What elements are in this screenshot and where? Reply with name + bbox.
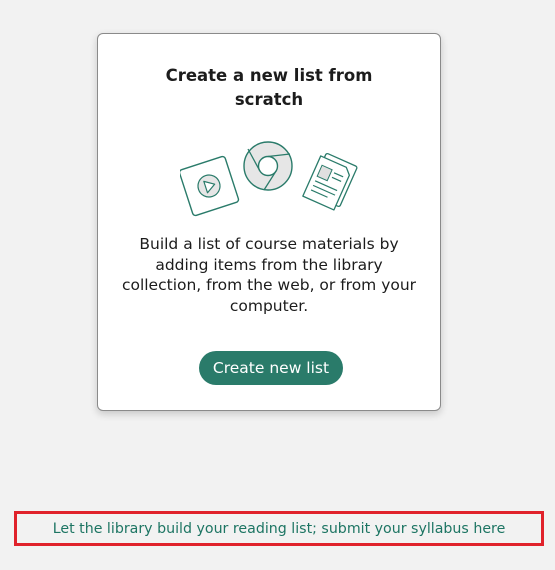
card-title: Create a new list from scratch bbox=[165, 66, 373, 109]
create-list-illustration bbox=[180, 141, 358, 217]
create-list-card: Create a new list from scratch Build a l… bbox=[97, 33, 441, 411]
web-browser-icon bbox=[243, 141, 293, 191]
video-play-icon bbox=[180, 155, 240, 217]
create-new-list-button[interactable]: Create new list bbox=[199, 351, 343, 385]
document-icon bbox=[302, 152, 358, 211]
syllabus-link-highlight: Let the library build your reading list;… bbox=[14, 511, 544, 546]
page: Create a new list from scratch Build a l… bbox=[0, 0, 555, 570]
card-description: Build a list of course materials by addi… bbox=[121, 235, 417, 315]
submit-syllabus-link[interactable]: Let the library build your reading list;… bbox=[17, 519, 541, 539]
